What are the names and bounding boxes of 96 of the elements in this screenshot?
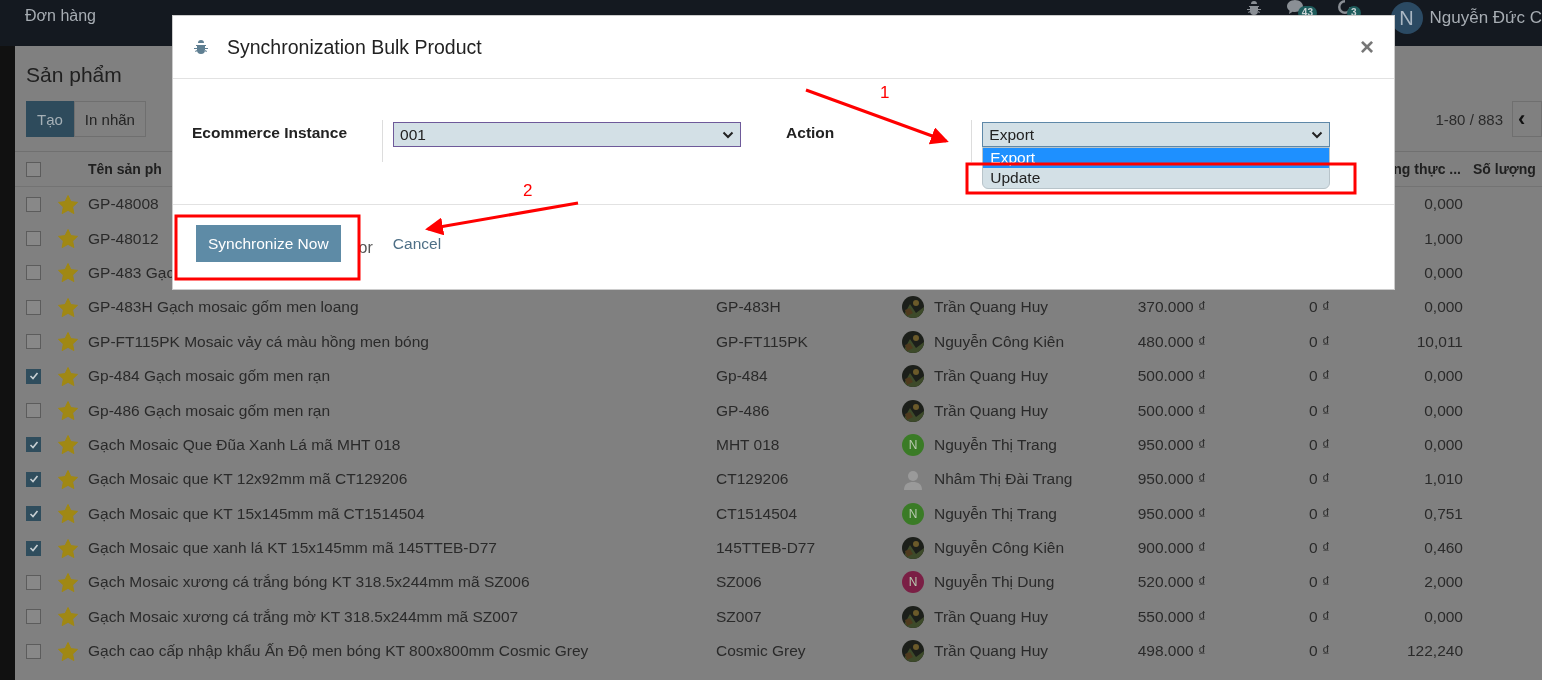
field-label: Action (786, 124, 835, 142)
responsible-cell: Trần Quang Huy (934, 607, 1048, 626)
price-cell: 370.000 ₫ (1137, 298, 1206, 317)
responsible-cell: Trần Quang Huy (934, 642, 1048, 661)
price-cell: 498.000 ₫ (1137, 642, 1206, 661)
cost-cell: 0 ₫ (1309, 435, 1330, 454)
price-cell: 480.000 ₫ (1137, 332, 1206, 351)
price-cell: 500.000 ₫ (1137, 401, 1206, 420)
reference-cell: SZ007 (716, 607, 762, 626)
quantity-cell: 0,000 (1424, 435, 1463, 454)
product-name: Gạch Mosaic Que Đũa Xanh Lá mã MHT 018 (88, 435, 401, 454)
annotation-number: 1 (880, 84, 890, 102)
product-name: Gạch Mosaic que KT 12x92mm mã CT129206 (88, 470, 408, 489)
reference-cell: Gp-484 (716, 367, 768, 386)
pager-value: 1-80 / 883 (1435, 110, 1503, 128)
price-cell: 500.000 ₫ (1137, 367, 1206, 386)
synchronize-button[interactable]: Synchronize Now (196, 225, 341, 262)
quantity-cell: 0,000 (1424, 607, 1463, 626)
close-button[interactable]: × (1360, 33, 1374, 61)
product-name: GP-483 Gạc (88, 263, 175, 282)
quantity-cell: 10,011 (1416, 332, 1463, 351)
select-field[interactable]: 001 (393, 122, 742, 147)
product-name: Gạch Mosaic que KT 15x145mm mã CT1514504 (88, 504, 425, 523)
user-avatar: N (902, 571, 924, 594)
product-name: Gạch Mosaic xương cá trắng mờ KT 318.5x244mm mã SZ007 (88, 607, 519, 626)
price-cell: 950.000 ₫ (1137, 504, 1206, 523)
cost-cell: 0 ₫ (1309, 539, 1330, 558)
product-name: Gp-486 Gạch mosaic gốm men rạn (88, 401, 331, 420)
product-name: Gạch Mosaic que xanh lá KT 15x145mm mã 145TTEB-D77 (88, 539, 497, 558)
quantity-cell: 0,000 (1424, 367, 1463, 386)
cost-cell: 0 ₫ (1309, 401, 1330, 420)
reference-cell: GP-486 (716, 401, 770, 420)
product-name: Gạch Mosaic xương cá trắng bóng KT 318.5x244mm mã SZ006 (88, 573, 530, 592)
dropdown-option[interactable]: Export (983, 148, 1330, 168)
price-cell: 950.000 ₫ (1137, 435, 1206, 454)
cost-cell: 0 ₫ (1309, 367, 1330, 386)
price-cell: 950.000 ₫ (1137, 470, 1206, 489)
quantity-cell: 122,240 (1406, 642, 1463, 661)
column-header[interactable]: Tên sản ph (88, 161, 162, 177)
user-avatar: N (902, 433, 924, 456)
select-field[interactable]: Export (982, 122, 1331, 147)
previous-page-button[interactable]: ‹ (1512, 101, 1542, 137)
product-name: GP-48012 (88, 229, 159, 248)
create-button[interactable]: Tạo (26, 101, 74, 137)
menu-item[interactable]: Đơn hàng (25, 7, 96, 25)
responsible-cell: Nguyễn Công Kiên (934, 332, 1065, 351)
quantity-cell: 0,000 (1424, 401, 1463, 420)
responsible-cell: Nguyễn Thị Dung (934, 573, 1055, 592)
reference-cell: Cosmic Grey (716, 642, 806, 661)
reference-cell: MHT 018 (716, 435, 780, 454)
responsible-cell: Trần Quang Huy (934, 367, 1048, 386)
quantity-cell: 2,000 (1424, 573, 1463, 592)
dialog-title: Synchronization Bulk Product (227, 35, 483, 59)
cost-cell: 0 ₫ (1309, 504, 1330, 523)
quantity-cell: 0,460 (1424, 539, 1463, 558)
dropdown-option[interactable]: Update (983, 168, 1330, 188)
quantity-cell: 1,010 (1424, 470, 1463, 489)
quantity-cell: 0,000 (1424, 298, 1463, 317)
responsible-cell: Trần Quang Huy (934, 298, 1048, 317)
user-name[interactable]: Nguyễn Đức C (1429, 8, 1542, 28)
cost-cell: 0 ₫ (1309, 642, 1330, 661)
product-name: GP-FT115PK Mosaic vảy cá màu hồng men bóng (88, 332, 429, 351)
quantity-cell: 0,000 (1424, 263, 1463, 282)
responsible-cell: Trần Quang Huy (934, 401, 1048, 420)
cost-cell: 0 ₫ (1309, 607, 1330, 626)
reference-cell: CT129206 (716, 470, 789, 489)
quantity-cell: 0,000 (1424, 195, 1463, 214)
field-label: Ecommerce Instance (192, 124, 348, 142)
responsible-cell: Nguyễn Thị Trang (934, 435, 1057, 454)
page-title: Sản phẩm (26, 63, 123, 87)
reference-cell: GP-483H (716, 298, 781, 317)
responsible-cell: Nguyễn Thị Trang (934, 504, 1057, 523)
responsible-cell: Nguyễn Công Kiên (934, 539, 1065, 558)
product-name: GP-483H Gạch mosaic gốm men loang (88, 298, 359, 317)
cost-cell: 0 ₫ (1309, 298, 1330, 317)
reference-cell: SZ006 (716, 573, 762, 592)
price-cell: 900.000 ₫ (1137, 539, 1206, 558)
annotation-number: 2 (523, 182, 533, 200)
cost-cell: 0 ₫ (1309, 470, 1330, 489)
reference-cell: CT1514504 (716, 504, 797, 523)
cancel-link[interactable]: Cancel (392, 234, 442, 253)
product-name: Gạch cao cấp nhập khẩu Ấn Độ men bóng KT 800x800mm Cosmic Grey (88, 642, 589, 661)
reference-cell: GP-FT115PK (716, 332, 808, 351)
product-name: GP-48008 (88, 195, 159, 214)
cost-cell: 0 ₫ (1309, 332, 1330, 351)
quantity-cell: 1,000 (1424, 229, 1463, 248)
user-avatar: N (902, 502, 924, 525)
column-header[interactable]: Số lượng (1473, 161, 1536, 177)
quantity-cell: 0,751 (1424, 504, 1463, 523)
price-cell: 520.000 ₫ (1137, 573, 1206, 592)
cost-cell: 0 ₫ (1309, 573, 1330, 592)
reference-cell: 145TTEB-D77 (716, 539, 816, 558)
price-cell: 550.000 ₫ (1137, 607, 1206, 626)
product-name: Gp-484 Gạch mosaic gốm men rạn (88, 367, 331, 386)
print-label-button[interactable]: In nhãn (73, 101, 146, 137)
responsible-cell: Nhâm Thị Đài Trang (934, 470, 1073, 489)
